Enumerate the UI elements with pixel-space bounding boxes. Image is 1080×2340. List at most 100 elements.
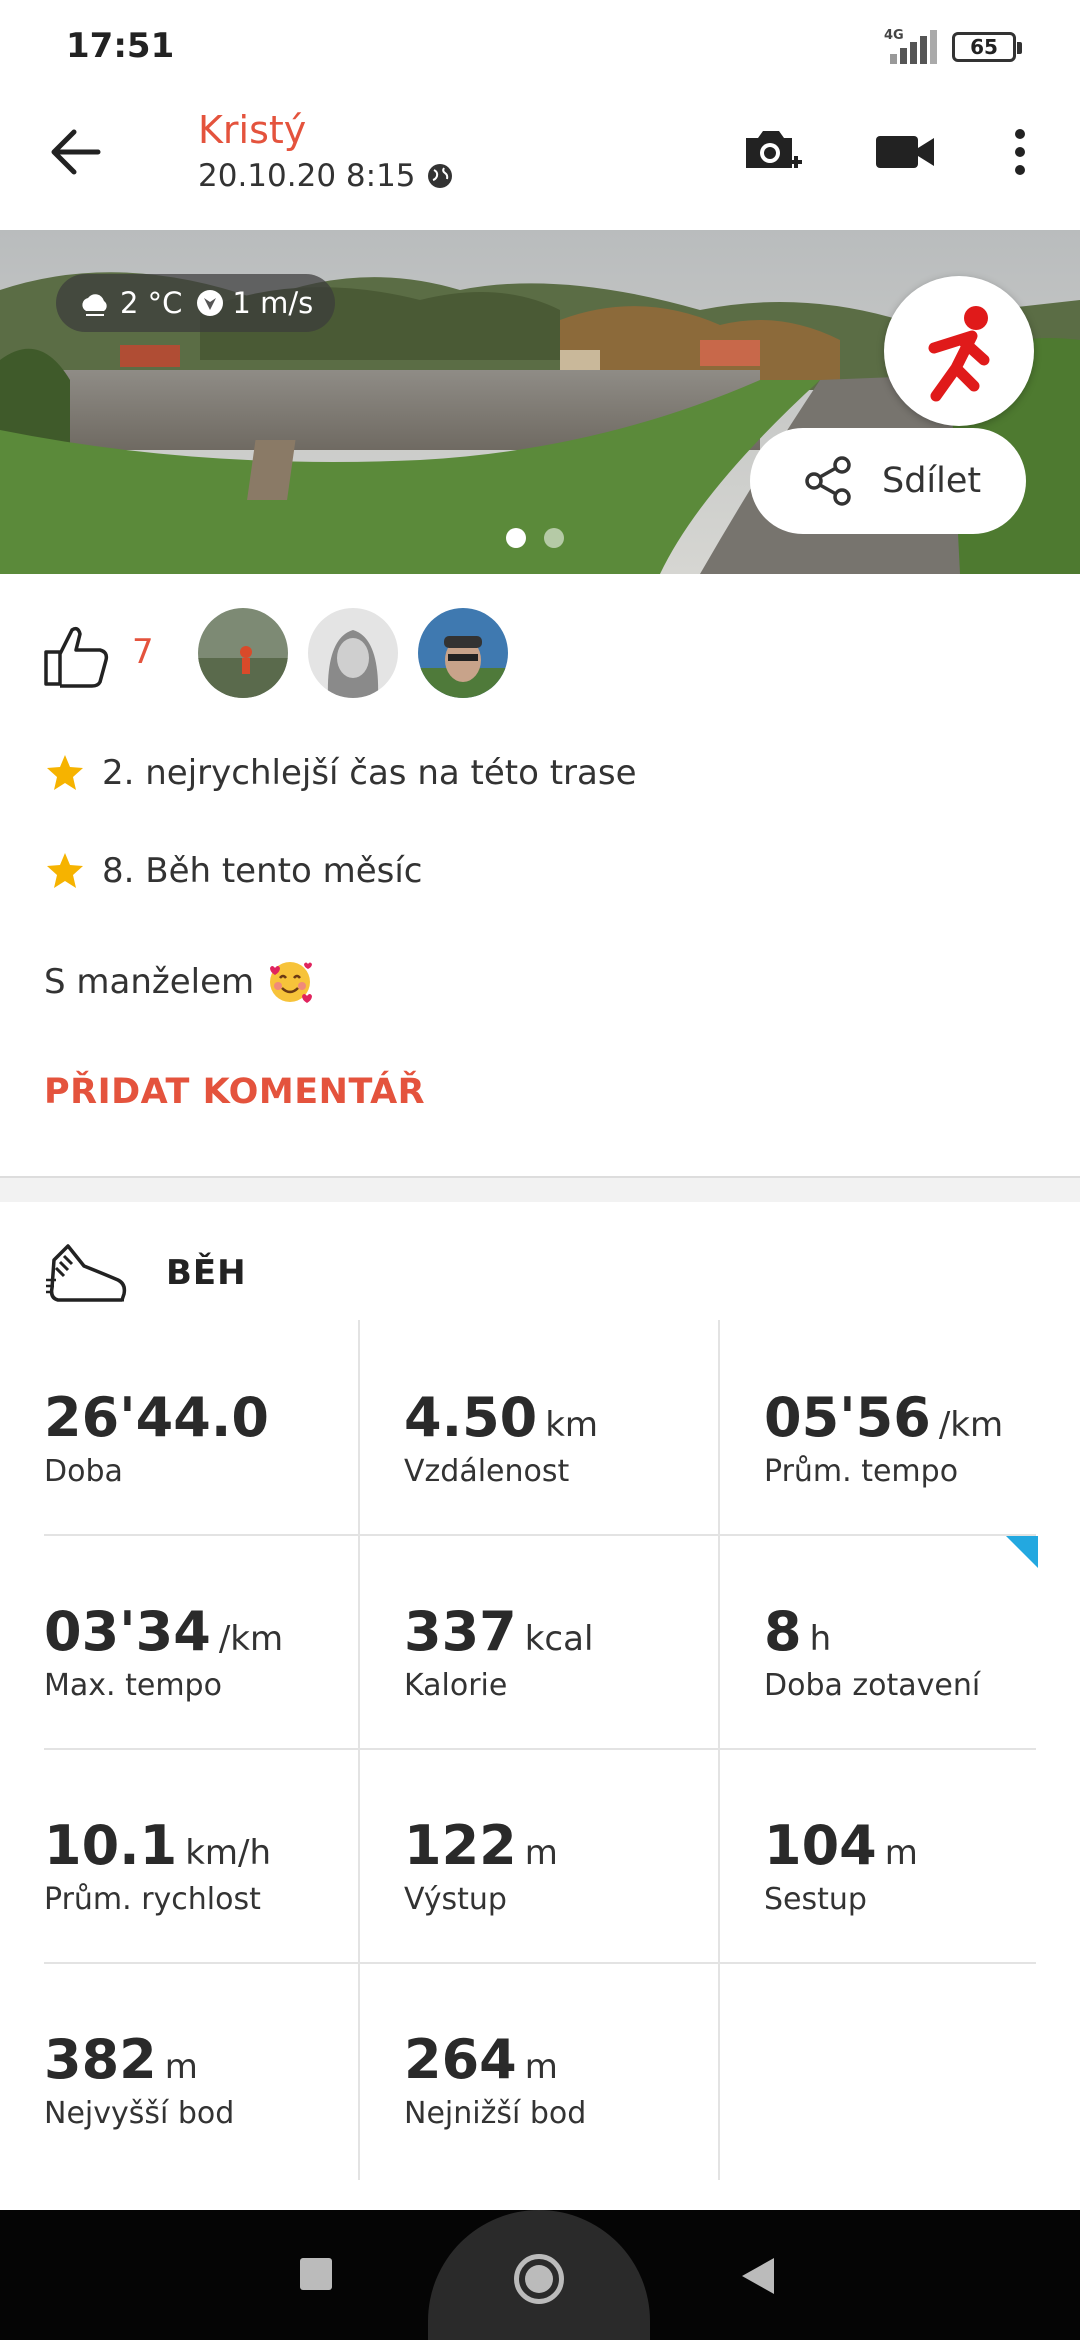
- running-figure-icon: [928, 306, 990, 402]
- achievement-item: 2. nejrychlejší čas na této trase: [44, 752, 637, 794]
- signal-icon: [890, 30, 940, 64]
- stat-value: 264: [404, 2028, 517, 2091]
- stat-cell: 03'34/km Max. tempo: [44, 1534, 404, 1748]
- carousel-indicator: [506, 528, 564, 548]
- stat-value: 8: [764, 1600, 802, 1663]
- stat-value: 03'34: [44, 1600, 211, 1663]
- status-time: 17:51: [66, 26, 175, 66]
- achievement-text: 2. nejrychlejší čas na této trase: [102, 753, 637, 793]
- stat-label: Max. tempo: [44, 1668, 222, 1703]
- stat-label: Prům. rychlost: [44, 1882, 261, 1917]
- achievement-item: 8. Běh tento měsíc: [44, 850, 422, 892]
- stat-label: Kalorie: [404, 1668, 508, 1703]
- achievement-text: 8. Běh tento měsíc: [102, 851, 423, 891]
- sport-badge: [884, 276, 1034, 426]
- activity-type: BĚH: [166, 1253, 247, 1293]
- stat-label: Nejnižší bod: [404, 2096, 587, 2131]
- caption-text: S manželem: [44, 962, 255, 1002]
- camera-plus-icon: [746, 131, 802, 168]
- stat-cell: 337 kcal Kalorie: [404, 1534, 764, 1748]
- stat-label: Nejvyšší bod: [44, 2096, 235, 2131]
- temperature: 2 °C: [120, 286, 183, 320]
- avatar[interactable]: [308, 608, 398, 698]
- avatar-image: [418, 608, 508, 698]
- arrow-left-icon: [51, 129, 101, 175]
- battery-icon: 65: [952, 32, 1022, 62]
- share-icon: [805, 456, 851, 506]
- stat-cell: 264 m Nejnižší bod: [404, 1962, 764, 2176]
- more-vertical-icon: [1015, 129, 1025, 175]
- activity-type-header: BĚH: [44, 1236, 247, 1310]
- thumbs-up-icon: [44, 626, 109, 688]
- stat-cell: 382 m Nejvyšší bod: [44, 1962, 404, 2176]
- carousel-dot[interactable]: [506, 528, 526, 548]
- stat-label: Sestup: [764, 1882, 867, 1917]
- activity-datetime: 20.10.20 8:15: [198, 158, 416, 194]
- stat-unit: m: [164, 2047, 198, 2087]
- status-bar: 17:51 4G 65: [0, 0, 1080, 92]
- stat-unit: m: [524, 1833, 558, 1873]
- stat-label: Doba: [44, 1454, 123, 1489]
- likes-row: 7: [0, 574, 1080, 734]
- video-camera-icon: [876, 136, 934, 168]
- recovery-time-cell[interactable]: 8h Doba zotavení: [764, 1534, 1080, 1748]
- stat-value: 4.50: [404, 1386, 538, 1449]
- more-options-button[interactable]: [1000, 124, 1040, 180]
- wind-speed: 1 m/s: [232, 286, 314, 320]
- star-icon: [47, 853, 83, 888]
- home-button[interactable]: [514, 2254, 564, 2304]
- share-button[interactable]: Sdílet: [750, 428, 1026, 534]
- carousel-dot[interactable]: [544, 528, 564, 548]
- weather-info: 2 °C 1 m/s: [56, 274, 336, 332]
- share-label: Sdílet: [882, 461, 982, 501]
- stat-unit: m: [884, 1833, 918, 1873]
- avatar-image: [308, 608, 398, 698]
- stat-unit: /km: [218, 1619, 284, 1659]
- add-comment-button[interactable]: PŘIDAT KOMENTÁŘ: [44, 1072, 425, 1112]
- star-icon: [47, 755, 83, 790]
- wind-direction-icon: [197, 290, 224, 316]
- recents-button[interactable]: [300, 2258, 332, 2290]
- stat-unit: m: [524, 2047, 558, 2087]
- stat-unit: km/h: [185, 1833, 272, 1873]
- system-nav-bar: [0, 2210, 1080, 2340]
- stat-cell: 104 m Sestup: [764, 1748, 1080, 1962]
- stat-value: 05'56: [764, 1386, 931, 1449]
- running-shoe-icon: [46, 1244, 127, 1302]
- stat-label: Vzdálenost: [404, 1454, 570, 1489]
- stat-cell: 26'44.0 Doba: [44, 1320, 404, 1534]
- avatar[interactable]: [418, 608, 508, 698]
- back-button[interactable]: [44, 120, 108, 184]
- stat-unit: km: [545, 1405, 599, 1445]
- stat-value: 26'44.0: [44, 1386, 269, 1449]
- stat-value: 104: [764, 1814, 877, 1877]
- stat-value: 10.1: [44, 1814, 178, 1877]
- activity-header: Kristý 20.10.20 8:15: [0, 92, 1080, 230]
- avatar-image: [198, 608, 288, 698]
- section-divider: [0, 1176, 1080, 1202]
- cloud-icon: [82, 294, 107, 316]
- stat-value: 337: [404, 1600, 517, 1663]
- user-name[interactable]: Kristý: [198, 108, 306, 152]
- globe-icon: [427, 164, 452, 188]
- stat-cell: 10.1 km/h Prům. rychlost: [44, 1748, 404, 1962]
- stat-cell: 4.50 km Vzdálenost: [404, 1320, 764, 1534]
- add-video-button[interactable]: [874, 124, 938, 180]
- stat-label: Prům. tempo: [764, 1454, 959, 1489]
- stat-label: Doba zotavení: [764, 1668, 981, 1703]
- avatar[interactable]: [198, 608, 288, 698]
- activity-date-row: 20.10.20 8:15: [198, 158, 454, 194]
- stat-unit: h: [809, 1619, 832, 1659]
- back-nav-button[interactable]: [742, 2258, 774, 2294]
- stat-unit: /km: [938, 1405, 1004, 1445]
- add-photo-button[interactable]: [740, 124, 804, 180]
- photo-carousel[interactable]: 2 °C 1 m/s Sdílet: [0, 230, 1080, 574]
- smiling-face-with-hearts-icon: [270, 962, 313, 1003]
- like-button[interactable]: [40, 618, 114, 692]
- stat-cell: 122 m Výstup: [404, 1748, 764, 1962]
- stat-value: 122: [404, 1814, 517, 1877]
- stat-cell: 05'56/km Prům. tempo: [764, 1320, 1080, 1534]
- like-count[interactable]: 7: [132, 632, 154, 672]
- stat-label: Výstup: [404, 1882, 507, 1917]
- stat-unit: kcal: [524, 1619, 594, 1659]
